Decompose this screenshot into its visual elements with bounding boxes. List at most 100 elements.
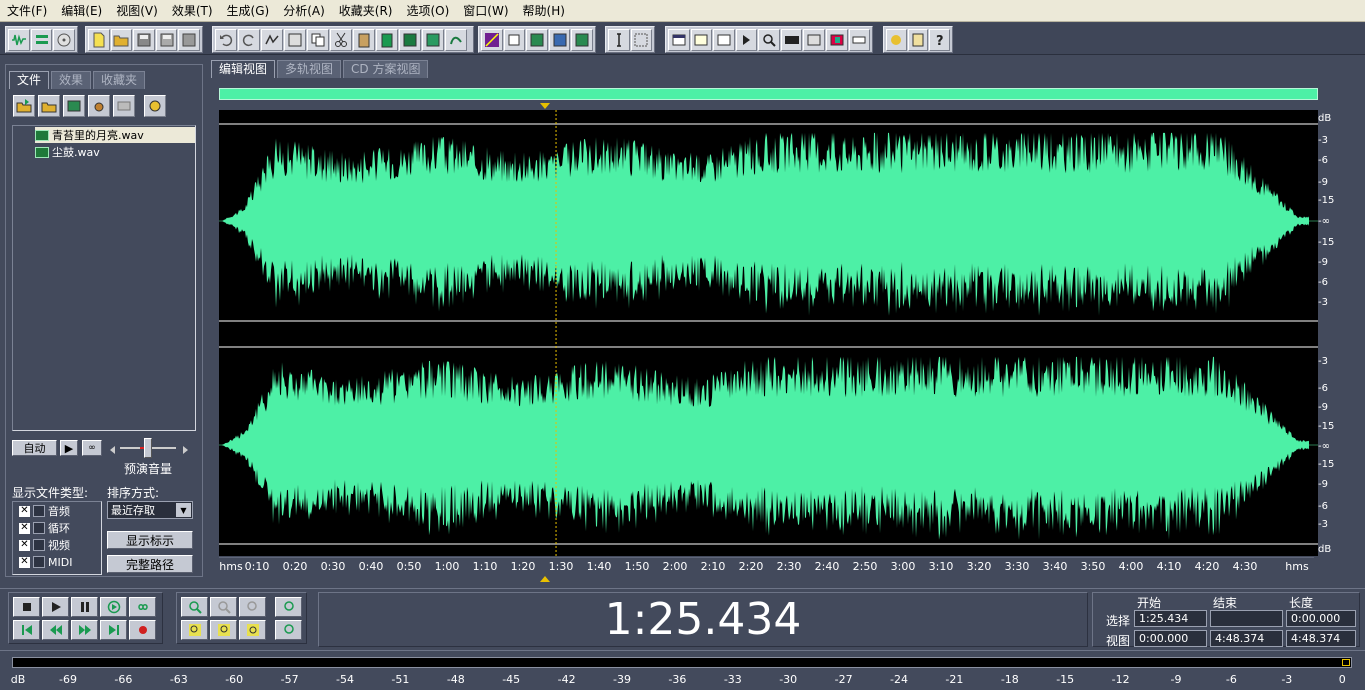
play-preview-button[interactable]: ▶ [60, 440, 78, 456]
tab-effects[interactable]: 效果 [51, 71, 92, 89]
zoom-out-vertical-button[interactable] [275, 620, 302, 640]
grid2-icon[interactable] [548, 28, 571, 51]
rewind-button[interactable] [42, 620, 69, 640]
zoom-in-vertical-button[interactable] [275, 597, 302, 617]
grid3-icon[interactable] [571, 28, 593, 51]
selection-length-field[interactable]: 0:00.000 [1286, 610, 1356, 627]
auto-play-button[interactable]: 自动 [12, 440, 57, 456]
zoom-window-icon[interactable] [758, 28, 780, 51]
paste-icon[interactable] [353, 28, 375, 51]
menu-item-8[interactable]: 窗口(W) [456, 0, 515, 22]
import-icon[interactable] [38, 95, 60, 117]
list-item[interactable]: 尘鼓.wav [35, 144, 195, 160]
view-start-field[interactable]: 0:00.000 [1134, 630, 1207, 647]
close-file-icon[interactable] [178, 28, 200, 51]
edit-file-icon[interactable] [88, 95, 110, 117]
overview-bar[interactable] [219, 88, 1318, 100]
menu-item-9[interactable]: 帮助(H) [516, 0, 572, 22]
window1-icon[interactable] [668, 28, 690, 51]
menu-item-1[interactable]: 编辑(E) [54, 0, 109, 22]
stop-button[interactable] [13, 597, 40, 617]
selection-start-field[interactable]: 1:25.434 [1134, 610, 1207, 627]
selection-end-field[interactable] [1210, 610, 1283, 627]
zoom-in-button[interactable] [181, 597, 208, 617]
menu-item-3[interactable]: 效果(T) [165, 0, 220, 22]
bar-window-icon[interactable] [848, 28, 871, 51]
tab-edit-view[interactable]: 编辑视图 [211, 60, 276, 78]
chevron-down-icon[interactable]: ▼ [176, 503, 191, 517]
help-icon[interactable]: ? [929, 28, 951, 51]
type-audio[interactable]: ✕ 音频 [19, 503, 101, 519]
pause-button[interactable] [71, 597, 98, 617]
tab-cd-view[interactable]: CD 方案视图 [343, 60, 429, 78]
show-hint-button[interactable]: 显示标示 [107, 531, 193, 549]
checkbox-icon[interactable]: ✕ [19, 556, 30, 568]
save-icon[interactable] [133, 28, 155, 51]
redo-icon[interactable] [238, 28, 260, 51]
tab-favorites[interactable]: 收藏夹 [93, 71, 146, 89]
insert-multitrack-icon[interactable] [113, 95, 135, 117]
save-as-icon[interactable] [155, 28, 178, 51]
repeat-icon[interactable] [261, 28, 283, 51]
new-file-icon[interactable] [88, 28, 110, 51]
copy-icon[interactable] [307, 28, 329, 51]
menu-item-0[interactable]: 文件(F) [0, 0, 54, 22]
waveform-view-icon[interactable] [8, 28, 30, 51]
effects-icon[interactable] [886, 28, 907, 51]
options-icon[interactable] [144, 95, 166, 117]
type-video[interactable]: ✕ 视频 [19, 537, 101, 553]
paste-new-icon[interactable] [376, 28, 398, 51]
cut-icon[interactable] [330, 28, 352, 51]
zoom-left-button[interactable] [181, 620, 208, 640]
tab-files[interactable]: 文件 [9, 71, 50, 89]
loop-preview-button[interactable]: ∞ [82, 440, 102, 456]
cursor-icon[interactable] [608, 28, 630, 51]
zoom-out-button[interactable] [210, 597, 237, 617]
grid-icon[interactable] [526, 28, 548, 51]
tab-multitrack-view[interactable]: 多轨视图 [277, 60, 342, 78]
multitrack-view-icon[interactable] [30, 28, 53, 51]
copy-new-icon[interactable] [284, 28, 306, 51]
cd-view-icon[interactable] [53, 28, 76, 51]
cursor-marker-bottom[interactable] [540, 576, 550, 582]
undo-icon[interactable] [215, 28, 237, 51]
play-to-end-button[interactable] [100, 597, 127, 617]
waveform[interactable] [219, 110, 1318, 556]
time-window-icon[interactable] [780, 28, 803, 51]
play-button[interactable] [42, 597, 69, 617]
open-file-icon[interactable] [13, 95, 35, 117]
level-window-icon[interactable] [803, 28, 825, 51]
close-file-list-icon[interactable] [63, 95, 85, 117]
record-button[interactable] [129, 620, 156, 640]
menu-item-2[interactable]: 视图(V) [109, 0, 165, 22]
sort-select[interactable]: 最近存取 ▼ [107, 501, 193, 519]
silence-icon[interactable] [445, 28, 467, 51]
loop-button[interactable] [129, 597, 156, 617]
checkbox-icon[interactable]: ✕ [19, 539, 30, 551]
mix-paste-icon[interactable] [399, 28, 421, 51]
menu-item-7[interactable]: 选项(O) [399, 0, 456, 22]
view-end-field[interactable]: 4:48.374 [1210, 630, 1283, 647]
list-item[interactable]: 青苔里的月亮.wav [35, 127, 195, 143]
play-window-icon[interactable] [735, 28, 758, 51]
trim-icon[interactable] [422, 28, 444, 51]
type-midi[interactable]: ✕ MIDI [19, 554, 101, 570]
volume-slider[interactable] [110, 438, 188, 458]
window3-icon[interactable] [713, 28, 735, 51]
go-to-end-button[interactable] [100, 620, 127, 640]
waveform-display[interactable] [219, 110, 1318, 556]
checkbox-icon[interactable] [503, 28, 526, 51]
zoom-full-button[interactable] [239, 597, 266, 617]
menu-item-5[interactable]: 分析(A) [276, 0, 332, 22]
envelope-icon[interactable] [481, 28, 503, 51]
color-window-icon[interactable] [825, 28, 848, 51]
checkbox-icon[interactable]: ✕ [19, 505, 30, 517]
go-to-start-button[interactable] [13, 620, 40, 640]
fast-forward-button[interactable] [71, 620, 98, 640]
type-loop[interactable]: ✕ 循环 [19, 520, 101, 536]
zoom-right-button[interactable] [210, 620, 237, 640]
menu-item-6[interactable]: 收藏夹(R) [332, 0, 400, 22]
zoom-selection-button[interactable] [239, 620, 266, 640]
menu-item-4[interactable]: 生成(G) [220, 0, 277, 22]
select-region-icon[interactable] [630, 28, 652, 51]
